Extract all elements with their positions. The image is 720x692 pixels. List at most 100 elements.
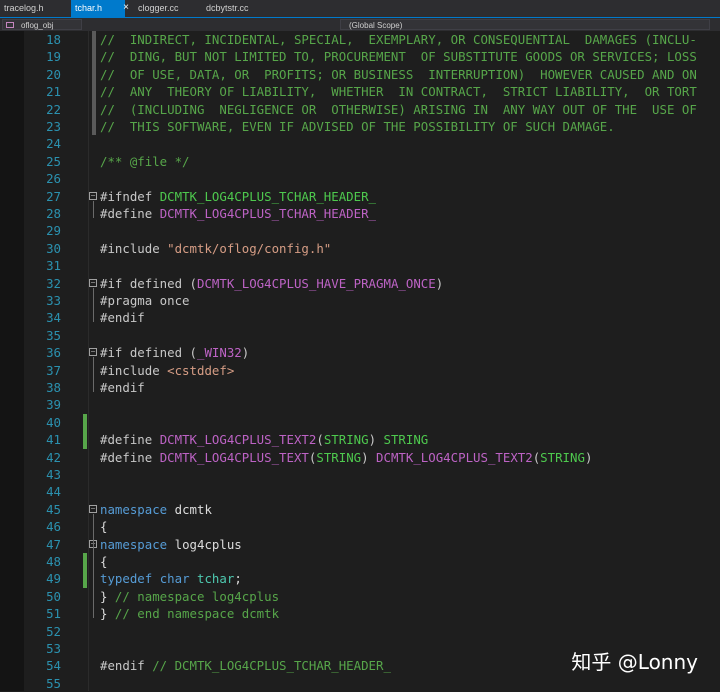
code-line[interactable]: 49 typedef char tchar; <box>0 570 720 588</box>
code-token: #define <box>100 206 160 221</box>
code-line[interactable]: 45 − namespace dcmtk <box>0 501 720 518</box>
code-text: // OF USE, DATA, OR PROFITS; OR BUSINESS… <box>100 66 697 83</box>
code-line[interactable]: 44 <box>0 483 720 500</box>
code-text: /** @file */ <box>100 153 190 170</box>
scope-dropdown[interactable]: (Global Scope) <box>340 19 710 30</box>
line-number: 28 <box>46 206 61 221</box>
tab-tchar[interactable]: tchar.h <box>71 0 125 17</box>
tab-clogger[interactable]: clogger.cc <box>138 0 179 17</box>
change-marker <box>83 570 87 588</box>
code-token: ) <box>368 432 384 448</box>
code-line[interactable]: 41 #define DCMTK_LOG4CPLUS_TEXT2(STRING) … <box>0 431 720 449</box>
code-line[interactable]: 19 // DING, BUT NOT LIMITED TO, PROCUREME… <box>0 48 720 65</box>
code-token: typedef <box>100 571 160 587</box>
fold-guide <box>93 287 94 323</box>
code-line[interactable]: 26 <box>0 170 720 187</box>
code-token: STRING <box>316 449 362 465</box>
fold-guide <box>93 548 94 601</box>
code-token: DCMTK_LOG4CPLUS_TCHAR_HEADER_ <box>159 188 377 204</box>
code-text: namespace dcmtk <box>100 501 212 518</box>
code-line[interactable]: 31 <box>0 257 720 274</box>
code-text: #if defined (DCMTK_LOG4CPLUS_HAVE_PRAGMA… <box>100 275 443 292</box>
code-line[interactable]: 32 − #if defined (DCMTK_LOG4CPLUS_HAVE_PRA… <box>0 275 720 292</box>
code-text: #pragma once <box>100 292 190 309</box>
code-token: DCMTK_LOG4CPLUS_HAVE_PRAGMA_ONCE <box>196 275 436 291</box>
code-token: // ANY THEORY OF LIABILITY, WHETHER IN C… <box>100 84 697 100</box>
fold-toggle-icon[interactable]: − <box>89 191 97 200</box>
code-line[interactable]: 43 <box>0 466 720 483</box>
code-line[interactable]: 37 #include <cstddef> <box>0 362 720 379</box>
code-line[interactable]: 52 <box>0 623 720 640</box>
code-text: // (INCLUDING NEGLIGENCE OR OTHERWISE) A… <box>100 101 697 118</box>
line-number: 50 <box>46 588 61 604</box>
code-token: "dcmtk/oflog/config.h" <box>167 240 332 256</box>
code-token: /** @file */ <box>100 153 190 169</box>
code-token: // THIS SOFTWARE, EVEN IF ADVISED OF THE… <box>100 119 615 134</box>
line-number: 31 <box>46 258 61 274</box>
code-line[interactable]: 47−namespace log4cplus <box>0 536 720 553</box>
code-line[interactable]: 42 #define DCMTK_LOG4CPLUS_TEXT(STRING) D… <box>0 449 720 466</box>
code-line[interactable]: 50 } // namespace log4cplus <box>0 588 720 605</box>
code-line[interactable]: 55 <box>0 675 720 692</box>
fold-toggle-icon[interactable]: − <box>89 348 97 357</box>
code-token: #endif <box>100 310 145 326</box>
code-line[interactable]: 46 { <box>0 518 720 535</box>
code-line[interactable]: 28 #define DCMTK_LOG4CPLUS_TCHAR_HEADER_ <box>0 205 720 222</box>
code-line[interactable]: 34 #endif <box>0 309 720 326</box>
fold-guide <box>93 357 94 392</box>
line-number: 25 <box>46 153 61 169</box>
code-line[interactable]: 38 #endif <box>0 379 720 396</box>
code-line[interactable]: 40 <box>0 413 720 432</box>
line-number: 22 <box>46 101 61 117</box>
code-line[interactable]: 35 <box>0 327 720 344</box>
code-editor[interactable]: 18 // INDIRECT, INCIDENTAL, SPECIAL, EXEM… <box>0 31 720 691</box>
code-token: #ifndef <box>100 188 160 204</box>
code-token: ; <box>234 571 242 587</box>
code-token: #if defined ( <box>100 275 197 291</box>
code-line[interactable]: 20 // OF USE, DATA, OR PROFITS; OR BUSINE… <box>0 66 720 83</box>
line-number: 24 <box>46 136 61 152</box>
line-number: 47 <box>46 536 61 552</box>
code-token: DCMTK_LOG4CPLUS_TCHAR_HEADER_ <box>159 206 377 221</box>
code-text: #endif <box>100 309 145 326</box>
code-line[interactable]: 29 <box>0 222 720 239</box>
code-text: { <box>100 518 107 535</box>
tab-tracelog[interactable]: tracelog.h <box>4 0 44 17</box>
code-line[interactable]: 36 − #if defined (_WIN32) <box>0 344 720 361</box>
code-token: // INDIRECT, INCIDENTAL, SPECIAL, EXEMPL… <box>100 32 697 47</box>
code-token: tchar <box>197 571 235 587</box>
code-token: #pragma once <box>100 293 190 308</box>
code-text: #if defined (_WIN32) <box>100 344 249 361</box>
line-number: 29 <box>46 223 61 239</box>
code-token: dcmtk <box>174 501 212 517</box>
change-marker <box>83 413 87 432</box>
code-line[interactable]: 27 − #ifndef DCMTK_LOG4CPLUS_TCHAR_HEADER_ <box>0 188 720 205</box>
watermark: 知乎 @Lonny <box>571 650 698 674</box>
code-line[interactable]: 39 <box>0 396 720 413</box>
code-token: #include <box>100 240 168 256</box>
close-icon[interactable]: × <box>120 0 132 17</box>
code-token: ) <box>361 449 377 465</box>
line-number: 51 <box>46 606 61 622</box>
code-line[interactable]: 33 #pragma once <box>0 292 720 309</box>
line-number: 34 <box>46 310 61 326</box>
code-line[interactable]: 21 // ANY THEORY OF LIABILITY, WHETHER IN… <box>0 83 720 100</box>
code-text: #define DCMTK_LOG4CPLUS_TEXT2(STRING) ST… <box>100 431 428 448</box>
fold-toggle-icon[interactable]: − <box>89 504 97 513</box>
code-token: namespace <box>100 536 175 552</box>
code-line[interactable]: 51} // end namespace dcmtk <box>0 605 720 622</box>
code-token: log4cplus <box>174 536 242 552</box>
project-dropdown[interactable]: oflog_obj <box>2 19 82 30</box>
tab-dcbytstr[interactable]: dcbytstr.cc <box>206 0 249 17</box>
code-text: #endif // DCMTK_LOG4CPLUS_TCHAR_HEADER_ <box>100 657 391 674</box>
code-token: _WIN32 <box>196 345 242 361</box>
code-line[interactable]: 23 // THIS SOFTWARE, EVEN IF ADVISED OF T… <box>0 118 720 135</box>
code-line[interactable]: 30 #include "dcmtk/oflog/config.h" <box>0 240 720 257</box>
fold-toggle-icon[interactable]: − <box>89 278 97 287</box>
code-line[interactable]: 22 // (INCLUDING NEGLIGENCE OR OTHERWISE)… <box>0 101 720 118</box>
code-line[interactable]: 24 <box>0 135 720 152</box>
code-text: } // namespace log4cplus <box>100 588 279 605</box>
code-line[interactable]: 18 // INDIRECT, INCIDENTAL, SPECIAL, EXEM… <box>0 31 720 48</box>
code-line[interactable]: 48 { <box>0 553 720 571</box>
code-line[interactable]: 25 /** @file */ <box>0 153 720 170</box>
